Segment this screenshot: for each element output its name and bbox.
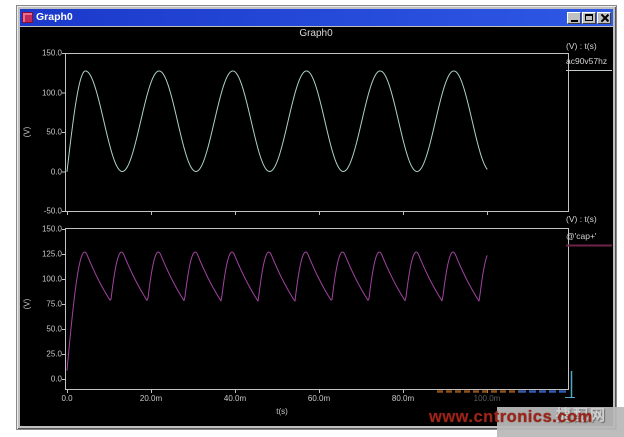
legend-top-axis: (V) : t(s)	[566, 41, 614, 51]
x-tick-label-5: 100.0m	[474, 394, 501, 403]
x-tick-label-1: 20.0m	[140, 394, 162, 403]
y-tick-label-top-3: 0.0	[51, 167, 62, 176]
y-tick-label-top-0: 150.0	[42, 49, 62, 58]
close-icon	[600, 14, 608, 22]
y-tick-label-bottom-4: 50.0	[46, 325, 62, 334]
legend-top-trace[interactable]: ac90v57hz	[566, 56, 614, 66]
y-tick-label-top-1: 100.0	[42, 88, 62, 97]
legend-bottom-trace[interactable]: @'cap+'	[566, 231, 614, 241]
y-tick-label-top-2: 50.0	[46, 128, 62, 137]
graph-window: Graph0	[16, 5, 617, 430]
graph-canvas[interactable]	[20, 27, 613, 426]
y-axis-unit-bottom: (V)	[23, 299, 32, 310]
x-tick-label-0: 0.0	[61, 394, 72, 403]
close-button[interactable]	[597, 12, 611, 24]
y-axis-unit-top: (V)	[23, 127, 32, 138]
app-icon	[22, 12, 33, 23]
y-tick-label-top-4: -50.0	[44, 207, 62, 216]
watermark-url-text: www.cntronics.com	[429, 408, 593, 427]
window-titlebar[interactable]: Graph0	[20, 9, 613, 26]
maximize-icon	[585, 14, 593, 21]
x-axis-unit: t(s)	[276, 407, 288, 416]
y-tick-label-bottom-2: 100.0	[42, 275, 62, 284]
y-tick-label-bottom-0: 150.0	[42, 225, 62, 234]
x-tick-label-3: 60.0m	[308, 394, 330, 403]
y-tick-label-bottom-1: 125.0	[42, 250, 62, 259]
window-controls	[567, 12, 611, 24]
y-tick-label-bottom-5: 25.0	[46, 350, 62, 359]
legend-bottom-axis: (V) : t(s)	[566, 214, 614, 224]
screenshot-root: Graph0 Graph0 (V) (V) t(s) (V) : t(s) ac…	[0, 0, 624, 437]
minimize-icon	[571, 20, 578, 22]
x-tick-label-4: 80.0m	[392, 394, 414, 403]
y-tick-label-bottom-6: 0.0	[51, 375, 62, 384]
maximize-button[interactable]	[582, 12, 596, 24]
window-title: Graph0	[36, 9, 564, 26]
minimize-button[interactable]	[567, 12, 581, 24]
x-tick-label-2: 40.0m	[224, 394, 246, 403]
graph-title: Graph0	[299, 28, 332, 39]
y-tick-label-bottom-3: 75.0	[46, 300, 62, 309]
